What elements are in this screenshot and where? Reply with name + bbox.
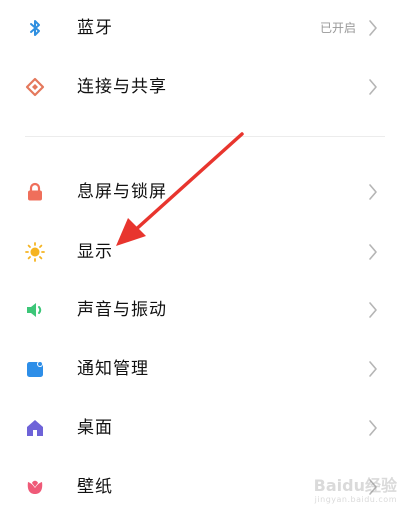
- settings-item-label: 通知管理: [77, 359, 149, 379]
- sun-icon: [25, 242, 45, 262]
- chevron-right-icon: [368, 78, 378, 96]
- settings-item-bluetooth[interactable]: 蓝牙 已开启: [0, 4, 411, 52]
- baidu-watermark: Baidu经验 jingyan.baidu.com: [313, 476, 397, 505]
- settings-item-label: 声音与振动: [77, 300, 167, 320]
- lock-icon: [25, 182, 45, 202]
- chevron-right-icon: [368, 301, 378, 319]
- bluetooth-icon: [25, 18, 45, 38]
- settings-item-label: 显示: [77, 242, 113, 262]
- settings-item-lock-screen[interactable]: 息屏与锁屏: [0, 168, 411, 216]
- settings-list: 蓝牙 已开启 连接与共享 息屏与锁屏 显示 声音与振动 通知管理 桌面 壁纸: [0, 0, 411, 512]
- watermark-subtext: jingyan.baidu.com: [314, 495, 397, 504]
- settings-item-display[interactable]: 显示: [0, 228, 411, 276]
- watermark-text: Baidu经验: [313, 476, 397, 495]
- status-text: 已开启: [319, 21, 356, 35]
- connection-share-icon: [25, 77, 45, 97]
- chevron-right-icon: [368, 19, 378, 37]
- chevron-right-icon: [368, 419, 378, 437]
- settings-item-connection-share[interactable]: 连接与共享: [0, 63, 411, 111]
- wallpaper-icon: [25, 477, 45, 497]
- settings-item-label: 息屏与锁屏: [77, 182, 167, 202]
- chevron-right-icon: [368, 183, 378, 201]
- settings-item-desktop[interactable]: 桌面: [0, 404, 411, 452]
- settings-item-label: 连接与共享: [77, 77, 167, 97]
- chevron-right-icon: [368, 360, 378, 378]
- settings-item-label: 桌面: [77, 418, 113, 438]
- home-icon: [25, 418, 45, 438]
- settings-item-sound-vibration[interactable]: 声音与振动: [0, 286, 411, 334]
- settings-item-label: 蓝牙: [77, 18, 113, 38]
- section-divider: [25, 136, 385, 137]
- settings-item-notifications[interactable]: 通知管理: [0, 345, 411, 393]
- chevron-right-icon: [368, 243, 378, 261]
- speaker-icon: [25, 300, 45, 320]
- settings-item-label: 壁纸: [77, 477, 113, 497]
- notification-icon: [25, 359, 45, 379]
